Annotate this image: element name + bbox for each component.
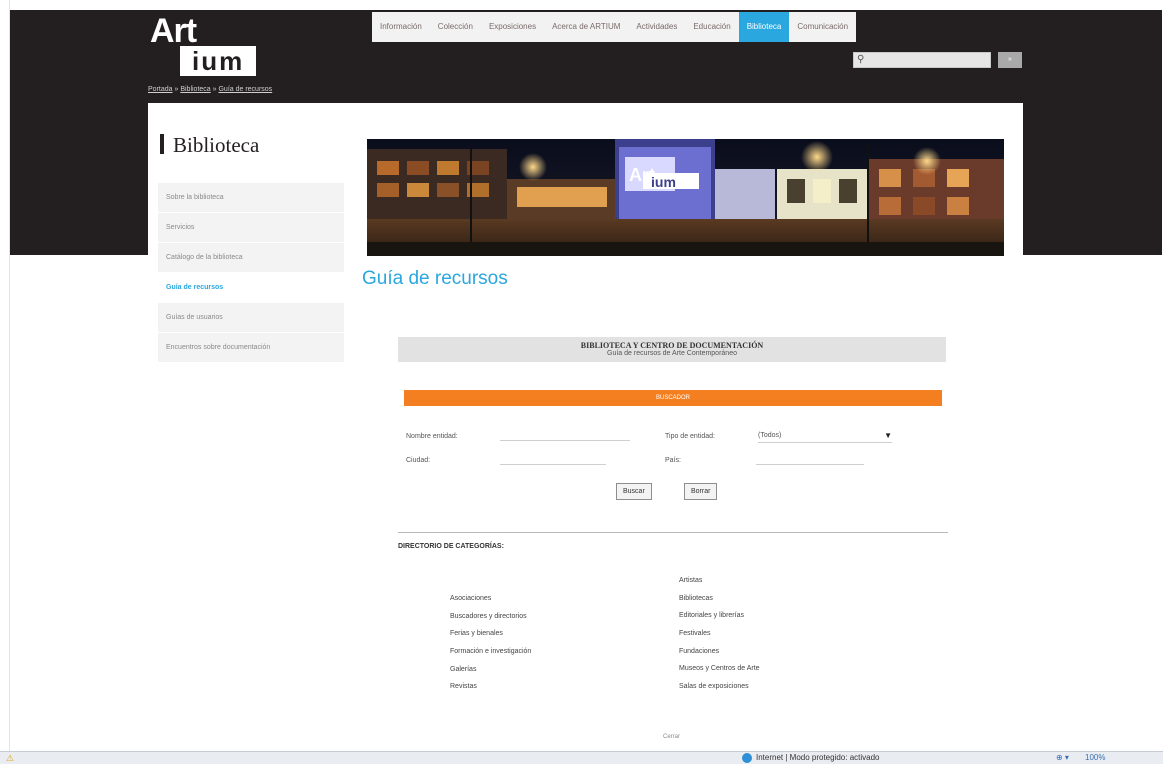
svg-text:ium: ium [651,174,676,190]
nav-item-exposiciones[interactable]: Exposiciones [481,12,544,42]
category-link[interactable]: Artistas [679,572,760,590]
zoom-control[interactable]: ⊕ ▾ [1056,753,1069,762]
breadcrumb: Portada » Biblioteca » Guía de recursos [148,86,272,93]
status-text: Internet | Modo protegido: activado [756,753,880,762]
buscador-bar: BUSCADOR [404,390,942,406]
category-link[interactable]: Buscadores y directorios [450,608,531,626]
breadcrumb-home[interactable]: Portada [148,86,173,93]
category-link[interactable]: Revistas [450,678,531,696]
sidebar-item-servicios[interactable]: Servicios [158,213,344,243]
chevron-down-icon: ▼ [884,431,892,440]
divider [398,532,948,533]
breadcrumb-current[interactable]: Guía de recursos [218,86,272,93]
sidebar-item-encuentros[interactable]: Encuentros sobre documentación [158,333,344,363]
sidebar-item-guias-usuarios[interactable]: Guías de usuarios [158,303,344,333]
close-link[interactable]: Cerrar [663,734,680,740]
nav-item-actividades[interactable]: Actividades [628,12,685,42]
category-link[interactable]: Salas de exposiciones [679,678,760,696]
sidebar-item-catalogo[interactable]: Catálogo de la biblioteca [158,243,344,273]
heading-bar [160,134,164,154]
top-navigation: Información Colección Exposiciones Acerc… [372,12,857,42]
pais-label: País: [665,457,681,464]
sidebar-item-sobre[interactable]: Sobre la biblioteca [158,183,344,213]
category-column-left: Asociaciones Buscadores y directorios Fe… [450,590,531,696]
browser-status-bar: ⚠ Internet | Modo protegido: activado ⊕ … [0,751,1163,764]
logo-ium-text: ium [180,46,257,76]
category-link[interactable]: Editoriales y librerías [679,607,760,625]
ciudad-label: Ciudad: [406,457,431,464]
category-link[interactable]: Formación e investigación [450,643,531,661]
nav-item-comunicacion[interactable]: Comunicación [789,12,856,42]
category-link[interactable]: Festivales [679,625,760,643]
ciudad-input[interactable] [500,451,606,465]
nav-item-acerca[interactable]: Acerca de ARTIUM [544,12,628,42]
section-title-text: Biblioteca [173,133,260,157]
tipo-entidad-select[interactable]: (Todos) ▼ [758,429,892,443]
search-icon: ⚲ [857,54,865,65]
buscar-button[interactable]: Buscar [616,483,652,500]
window-left-edge [0,0,10,764]
directory-title: DIRECTORIO DE CATEGORÍAS: [398,543,504,550]
library-header-title: BIBLIOTECA Y CENTRO DE DOCUMENTACIÓN [580,341,764,350]
museum-banner-image: Art ium [367,139,1004,256]
category-link[interactable]: Ferias y bienales [450,625,531,643]
pais-input[interactable] [756,451,864,465]
category-link[interactable]: Bibliotecas [679,590,760,608]
search-button[interactable]: » [998,52,1022,68]
library-header-subtitle: Guía de recursos de Arte Contemporáneo [607,350,737,357]
globe-icon [742,753,752,763]
tipo-entidad-label: Tipo de entidad: [665,433,715,440]
breadcrumb-section[interactable]: Biblioteca [180,86,210,93]
nav-item-biblioteca[interactable]: Biblioteca [738,12,790,42]
borrar-button[interactable]: Borrar [684,483,718,500]
tipo-entidad-value: (Todos) [758,432,782,439]
sidebar-menu: Sobre la biblioteca Servicios Catálogo d… [158,183,344,363]
nav-item-coleccion[interactable]: Colección [430,12,481,42]
category-link[interactable]: Museos y Centros de Arte [679,660,760,678]
category-column-right: Artistas Bibliotecas Editoriales y libre… [679,572,760,696]
category-link[interactable]: Asociaciones [450,590,531,608]
nav-item-informacion[interactable]: Información [372,12,430,42]
zoom-level[interactable]: 100% [1085,753,1105,762]
section-heading: Biblioteca [160,133,259,158]
artium-logo[interactable]: Art ium [150,12,280,76]
page-title: Guía de recursos [362,268,508,289]
category-link[interactable]: Fundaciones [679,643,760,661]
nombre-entidad-input[interactable] [500,427,630,441]
library-header-box: BIBLIOTECA Y CENTRO DE DOCUMENTACIÓN Guí… [398,337,946,362]
category-link[interactable]: Galerías [450,661,531,679]
banner-photo: Art ium [367,139,1004,256]
nombre-entidad-label: Nombre entidad: [406,433,458,440]
nav-item-educacion[interactable]: Educación [685,12,738,42]
warning-icon[interactable]: ⚠ [6,753,14,764]
search-input[interactable]: ⚲ [853,52,991,68]
sidebar-item-guia-recursos[interactable]: Guía de recursos [158,273,344,303]
